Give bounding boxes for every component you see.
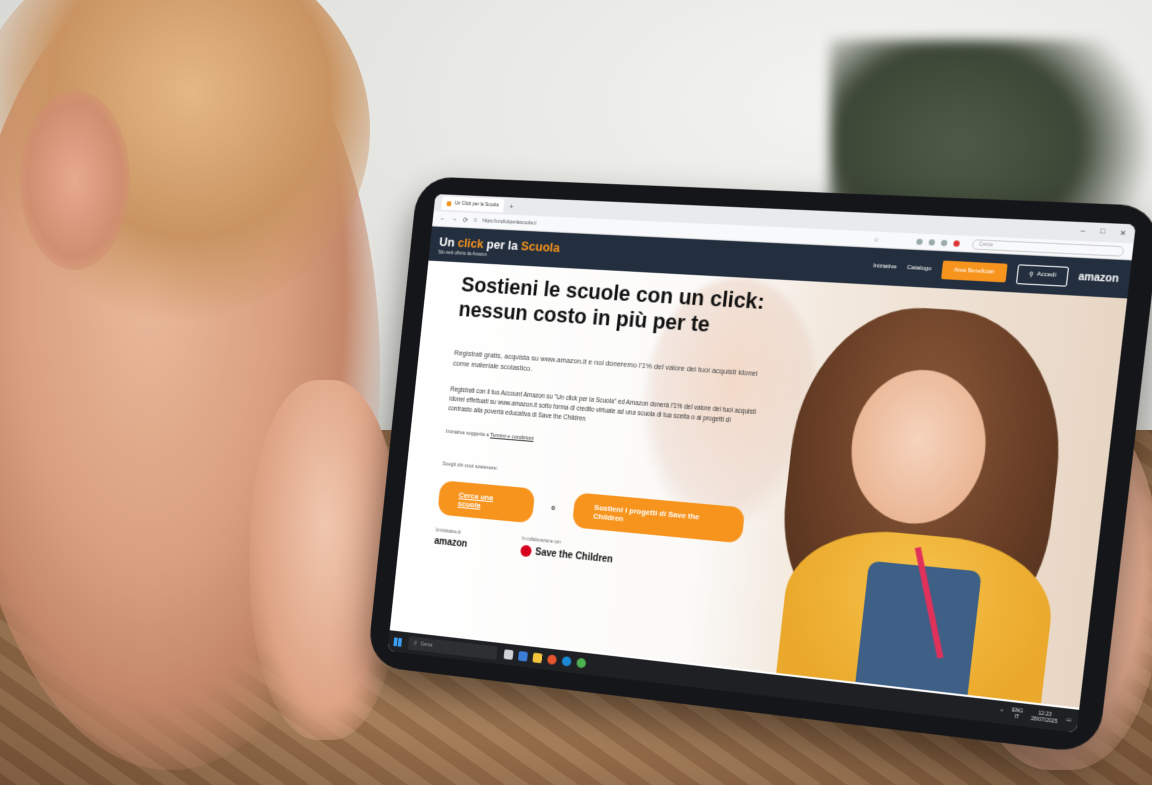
extension-icon[interactable] [915, 238, 923, 245]
terms-prefix: Iniziativa soggetta a [445, 429, 491, 439]
language-indicator[interactable]: ENG IT [1011, 707, 1023, 721]
region-code: IT [1013, 713, 1020, 721]
support-save-the-children-button[interactable]: Sostieni i progetti di Save the Children [571, 492, 746, 544]
hero-intro: Registrati gratis, acquista su www.amazo… [452, 348, 759, 378]
hero-details: Registrati con il tuo Account Amazon su … [447, 386, 757, 425]
back-icon[interactable]: ← [440, 215, 447, 222]
tablet-bezel: Un Click per la Scuola + – □ ✕ ← → ⟳ ⌂ h… [366, 176, 1152, 755]
site-nav: Iniziative Catalogo Area Beneficiari ⚲ A… [872, 257, 1120, 289]
hero-photo-girl [746, 300, 1118, 708]
user-icon: ⚲ [1028, 271, 1034, 279]
save-the-children-icon [520, 545, 533, 558]
window-controls: – □ ✕ [1080, 227, 1126, 237]
tablet-screen: Un Click per la Scuola + – □ ✕ ← → ⟳ ⌂ h… [387, 194, 1136, 733]
search-school-button[interactable]: Cerca una scuola [437, 480, 535, 524]
taskbar-apps [503, 649, 587, 669]
task-view-icon[interactable] [503, 649, 514, 660]
reload-icon[interactable]: ⟳ [462, 216, 468, 224]
site-logo[interactable]: Un click per la Scuola Sito web offerto … [438, 234, 561, 260]
person-ear [20, 90, 130, 270]
minimize-button[interactable]: – [1080, 227, 1085, 236]
file-explorer-icon[interactable] [532, 652, 543, 664]
browser-tab[interactable]: Un Click per la Scuola [440, 196, 505, 213]
maximize-button[interactable]: □ [1099, 228, 1105, 237]
extension-icon[interactable] [940, 239, 948, 246]
partner-amazon-label: Un'iniziativa di [435, 528, 461, 536]
taskbar-search-input[interactable]: ⚲ Cerca [407, 636, 498, 660]
close-button[interactable]: ✕ [1119, 229, 1126, 238]
or-separator: o [550, 504, 556, 512]
nav-catalogo[interactable]: Catalogo [906, 265, 931, 272]
chrome-icon[interactable] [576, 657, 587, 669]
taskbar-search-placeholder: Cerca [420, 641, 433, 649]
tray-chevron-icon[interactable]: ^ [1000, 709, 1003, 715]
tablet: Un Click per la Scuola + – □ ✕ ← → ⟳ ⌂ h… [360, 176, 1152, 755]
login-label: Accedi [1036, 271, 1057, 279]
amazon-partner-logo: amazon [433, 536, 468, 551]
bookmark-star-icon[interactable]: ☆ [873, 235, 880, 243]
hero-section: Sostieni le scuole con un click: nessun … [389, 260, 1128, 708]
new-tab-button[interactable]: + [509, 202, 514, 211]
forward-icon[interactable]: → [451, 216, 458, 223]
browser-tab-title: Un Click per la Scuola [454, 200, 499, 209]
clock-date: 28/07/2025 [1030, 715, 1058, 726]
extension-icon[interactable] [927, 238, 935, 246]
favicon-icon [446, 200, 452, 206]
app-icon[interactable] [517, 650, 528, 662]
home-icon[interactable]: ⌂ [473, 217, 477, 224]
system-tray: ^ ENG IT 12:23 28/07/2025 ▭ [1000, 706, 1072, 727]
search-icon: ⚲ [413, 640, 418, 647]
edge-icon[interactable] [561, 656, 572, 667]
partner-save-the-children: In collaborazione con Save the Children [520, 536, 614, 565]
area-beneficiari-button[interactable]: Area Beneficiari [940, 260, 1009, 283]
adblock-extension-icon[interactable] [952, 239, 960, 247]
amazon-logo: amazon [1077, 271, 1120, 285]
partner-amazon: Un'iniziativa di amazon [434, 528, 469, 551]
browser-search-placeholder: Cerca [978, 241, 994, 248]
notification-icon[interactable]: ▭ [1066, 717, 1072, 724]
windows-start-icon[interactable] [393, 636, 403, 647]
extensions [915, 238, 960, 247]
terms-link[interactable]: Termini e condizioni [490, 433, 534, 442]
login-button[interactable]: ⚲ Accedi [1016, 263, 1069, 287]
stc-name: Save the Children [534, 547, 614, 566]
clock[interactable]: 12:23 28/07/2025 [1030, 710, 1058, 726]
hero-text: Sostieni le scuole con un click: nessun … [434, 272, 770, 579]
firefox-icon[interactable] [546, 654, 558, 666]
nav-iniziative[interactable]: Iniziative [873, 263, 897, 270]
